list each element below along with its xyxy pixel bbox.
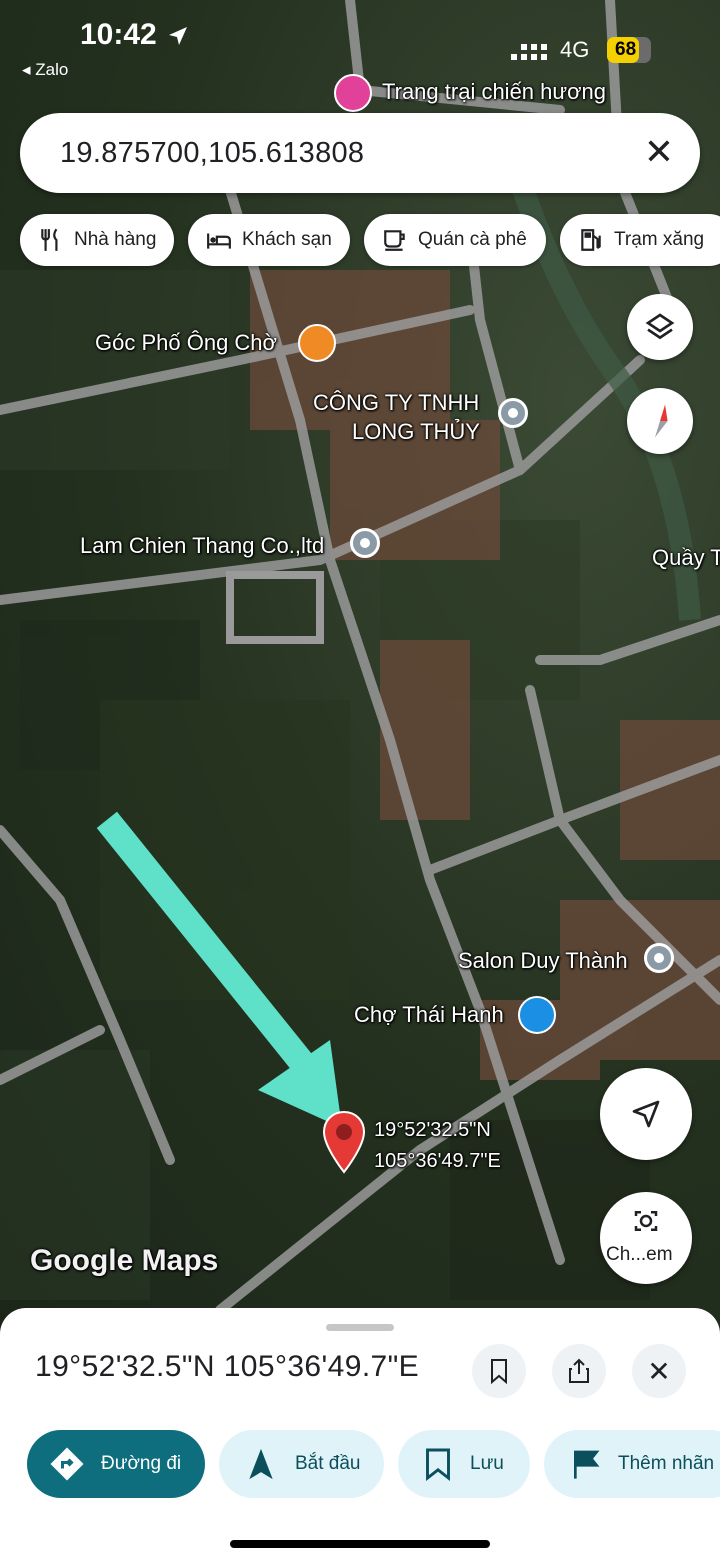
chip-gas-station[interactable]: Trạm xăng (560, 214, 720, 266)
google-maps-watermark: Google Maps (30, 1244, 219, 1277)
camera-search-label: Ch...em (606, 1244, 673, 1265)
hotel-icon (207, 233, 231, 249)
chip-label: Nhà hàng (74, 229, 157, 250)
cafe-icon (384, 230, 405, 251)
search-query[interactable]: 19.875700,105.613808 (60, 137, 364, 170)
back-to-app-link[interactable]: ◂ Zalo (22, 60, 68, 80)
save-button[interactable]: Lưu (398, 1430, 530, 1498)
close-sheet-button[interactable]: ✕ (632, 1344, 686, 1398)
battery-level: 68 (615, 39, 637, 60)
layers-button[interactable] (627, 294, 693, 360)
camera-lens-icon (634, 1211, 658, 1231)
start-label: Bắt đầu (295, 1453, 361, 1474)
bookmark-icon (426, 1448, 450, 1481)
navigation-arrow-icon (632, 1100, 660, 1128)
save-label: Lưu (470, 1453, 504, 1474)
sheet-drag-handle[interactable] (326, 1324, 394, 1331)
layers-icon (645, 313, 675, 340)
directions-icon (50, 1447, 84, 1481)
chip-label: Quán cà phê (418, 229, 527, 250)
start-button[interactable]: Bắt đầu (219, 1430, 384, 1498)
pin-longitude-label: 105°36'49.7"E (374, 1150, 501, 1172)
chip-cafe[interactable]: Quán cà phê (364, 214, 546, 266)
search-bar[interactable]: 19.875700,105.613808 ✕ (20, 113, 700, 193)
chip-restaurant[interactable]: Nhà hàng (20, 214, 174, 266)
share-icon (569, 1358, 589, 1383)
close-icon[interactable]: ✕ (644, 131, 674, 173)
add-label-label: Thêm nhãn (618, 1453, 715, 1474)
compass-icon (654, 404, 668, 438)
compass-button[interactable] (627, 388, 693, 454)
battery-indicator: 68 (607, 37, 651, 63)
directions-label: Đường đi (101, 1453, 182, 1474)
directions-button[interactable]: Đường đi (27, 1430, 205, 1498)
share-button[interactable] (552, 1344, 606, 1398)
gas-station-icon (581, 229, 601, 251)
add-label-button[interactable]: Thêm nhãn (544, 1430, 720, 1498)
bookmark-button[interactable] (472, 1344, 526, 1398)
sheet-coordinates: 19°52'32.5"N 105°36'49.7"E (35, 1350, 420, 1383)
my-location-button[interactable] (600, 1068, 692, 1160)
camera-search-button[interactable]: Ch...em (600, 1192, 692, 1284)
restaurant-icon (41, 228, 58, 251)
chip-label: Trạm xăng (614, 229, 705, 250)
flag-icon (574, 1450, 600, 1479)
network-type: 4G (560, 37, 590, 62)
navigation-arrow-icon (249, 1448, 273, 1480)
chip-hotel[interactable]: Khách sạn (188, 214, 350, 266)
dropped-pin-icon[interactable] (322, 1110, 366, 1174)
signal-strength-icon (511, 44, 547, 60)
bookmark-icon (491, 1359, 507, 1384)
pin-latitude-label: 19°52'32.5"N (374, 1119, 491, 1141)
home-indicator (230, 1540, 490, 1548)
location-arrow-icon (169, 27, 187, 45)
chip-label: Khách sạn (242, 229, 332, 250)
close-icon: ✕ (647, 1355, 671, 1387)
status-time: 10:42 (80, 18, 157, 51)
